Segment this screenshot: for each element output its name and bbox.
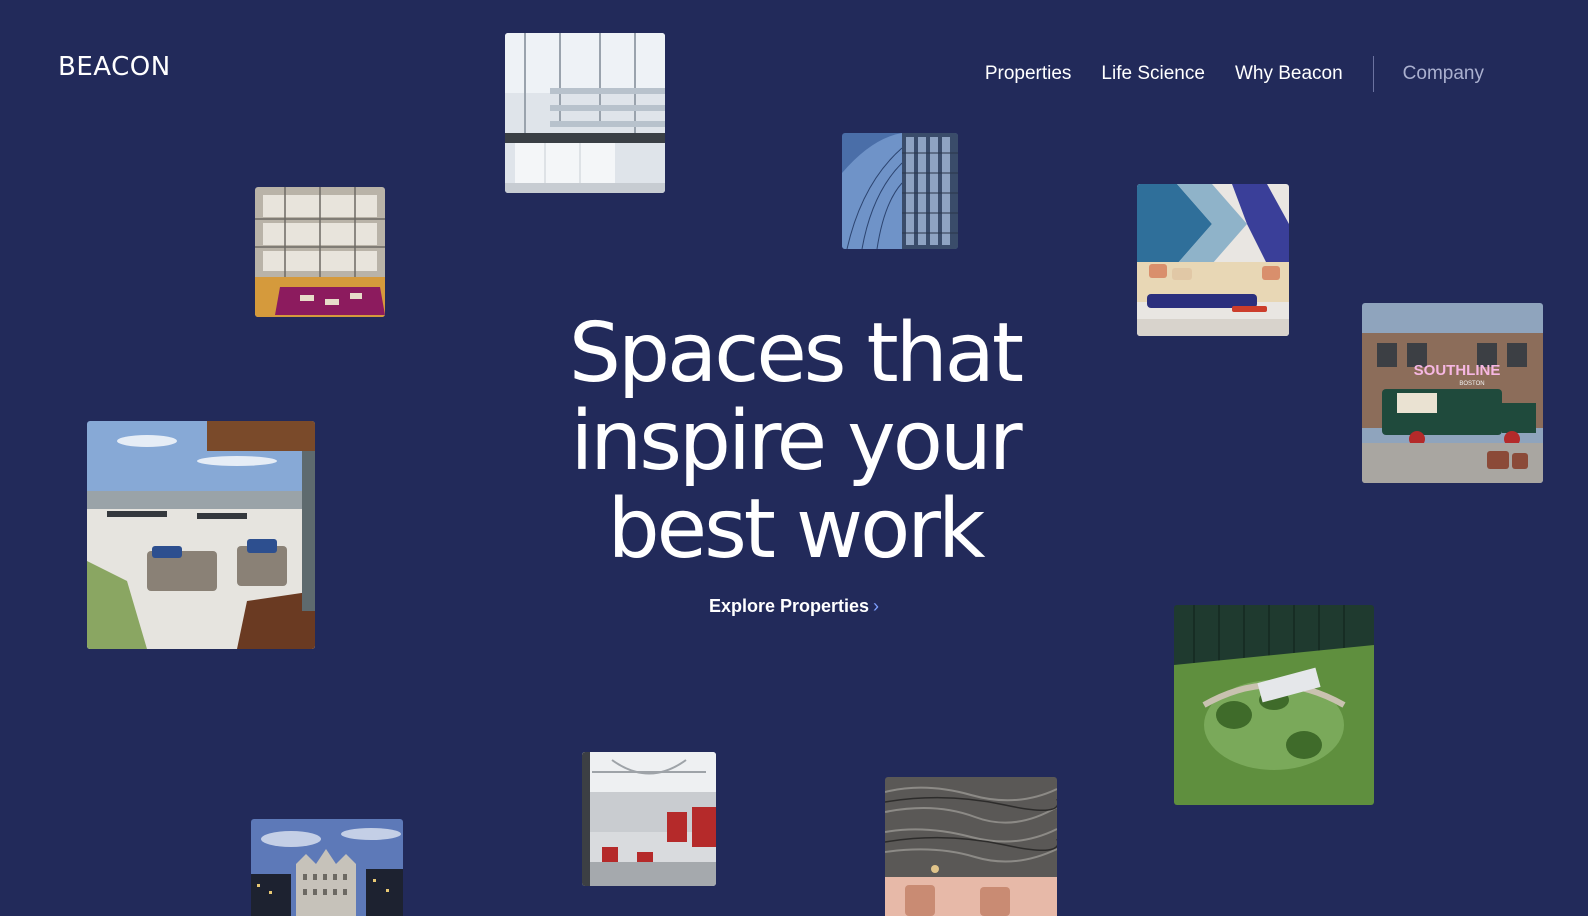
photo-glass-tower bbox=[842, 133, 958, 249]
hero-headline: Spaces that inspire your best work bbox=[430, 310, 1160, 574]
photo-lounge-mural bbox=[1137, 184, 1289, 336]
photo-food-truck: SOUTHLINE BOSTON bbox=[1362, 303, 1543, 483]
photo-marble-wall bbox=[885, 777, 1057, 916]
chevron-right-icon: › bbox=[873, 596, 880, 616]
main-nav: Properties Life Science Why Beacon Compa… bbox=[985, 56, 1484, 92]
beacon-logo[interactable]: BEACON bbox=[58, 52, 171, 82]
explore-properties-link[interactable]: Explore Properties › bbox=[709, 596, 879, 616]
photo-open-office bbox=[582, 752, 716, 886]
nav-life-science[interactable]: Life Science bbox=[1101, 63, 1205, 85]
truck-sign-sub: BOSTON bbox=[1459, 381, 1484, 387]
nav-why-beacon[interactable]: Why Beacon bbox=[1235, 63, 1343, 85]
nav-divider bbox=[1372, 56, 1374, 92]
explore-properties-label: Explore Properties bbox=[708, 596, 870, 616]
photo-lab-interior bbox=[505, 33, 665, 193]
photo-atrium-interior bbox=[255, 187, 385, 317]
photo-rooftop-terrace bbox=[87, 421, 315, 649]
photo-city-skyline bbox=[251, 819, 403, 916]
headline-line-2: inspire your bbox=[570, 394, 1022, 489]
headline-line-3: best work bbox=[607, 482, 986, 577]
nav-company[interactable]: Company bbox=[1403, 63, 1484, 85]
truck-sign: SOUTHLINE bbox=[1414, 362, 1501, 379]
nav-properties[interactable]: Properties bbox=[985, 63, 1072, 85]
photo-green-roof-aerial bbox=[1174, 605, 1374, 805]
headline-line-1: Spaces that bbox=[568, 306, 1024, 401]
